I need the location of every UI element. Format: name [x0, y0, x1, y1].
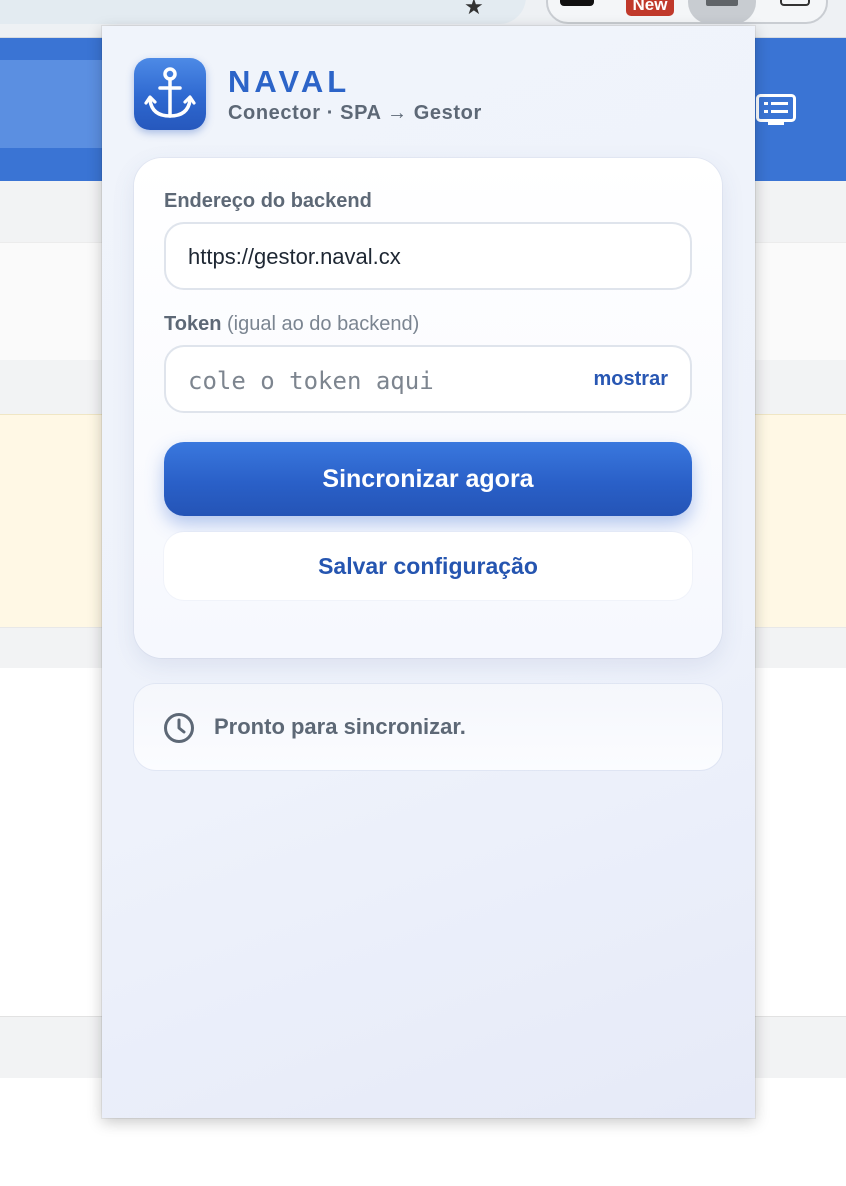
token-input[interactable]: cole o token aqui mostrar	[164, 345, 692, 413]
side-panel-icon[interactable]	[780, 0, 810, 6]
page-header-tab	[0, 60, 110, 148]
token-label-text: Token	[164, 313, 222, 335]
bookmark-star-icon[interactable]: ★	[464, 0, 484, 20]
token-placeholder: cole o token aqui	[188, 367, 434, 395]
backend-url-input[interactable]: https://gestor.naval.cx	[164, 222, 692, 290]
status-text: Pronto para sincronizar.	[214, 714, 466, 739]
token-label: Token (igual ao do backend)	[164, 313, 419, 336]
anchor-icon	[144, 67, 196, 118]
sync-now-button[interactable]: Sincronizar agora	[164, 442, 692, 516]
brand-title: NAVAL	[228, 64, 351, 99]
list-icon[interactable]	[756, 94, 796, 126]
token-label-hint: (igual ao do backend)	[226, 313, 420, 335]
save-config-button[interactable]: Salvar configuração	[164, 532, 692, 600]
address-bar[interactable]	[0, 0, 526, 24]
extension-popup: NAVAL Conector · SPA → Gestor Endereço d…	[102, 26, 755, 1118]
app-logo	[134, 58, 206, 130]
show-token-toggle[interactable]: mostrar	[594, 368, 668, 391]
brand-subtitle: Conector · SPA → Gestor	[228, 102, 482, 124]
new-badge: New	[626, 0, 674, 16]
clock-icon	[164, 713, 194, 743]
backend-url-value: https://gestor.naval.cx	[188, 244, 401, 269]
status-bar: Pronto para sincronizar.	[134, 684, 722, 770]
naval-extension-icon	[706, 0, 738, 6]
settings-card: Endereço do backend https://gestor.naval…	[134, 158, 722, 658]
extension-icon[interactable]	[560, 0, 594, 6]
backend-label: Endereço do backend	[164, 190, 372, 212]
